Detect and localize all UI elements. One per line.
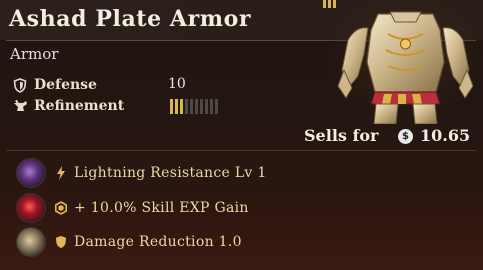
refinement-pip [215,98,218,114]
sell-price-row: Sells for $ 10.65 [0,124,483,150]
gold-gem-icon [16,227,46,257]
stat-defense: Defense [12,76,97,94]
armor-image [328,0,483,125]
sells-label: Sells for [304,126,379,145]
refinement-pip [190,98,193,114]
shield-icon [54,235,68,249]
defense-value: 10 [168,76,186,92]
refinement-pip [170,98,173,114]
refinement-pip [185,98,188,114]
refinement-pip [175,98,178,114]
effect-text: + 10.0% Skill EXP Gain [74,200,249,216]
defense-label: Defense [34,77,97,93]
item-category: Armor [10,45,59,63]
refinement-pip [323,0,326,8]
stat-refinement: Refinement [12,97,124,115]
effect-row: Damage Reduction 1.0 [16,227,242,257]
item-tooltip: Ashad Plate Armor Armor Defense 10 Refin… [0,0,483,270]
refinement-bar [170,97,218,115]
red-gem-icon [16,193,46,223]
sells-value: 10.65 [420,126,471,145]
refinement-pip [180,98,183,114]
effects-divider [6,150,476,151]
refinement-pip [210,98,213,114]
skill-exp-icon [54,201,68,215]
refinement-pip [205,98,208,114]
effect-text: Damage Reduction 1.0 [74,234,242,250]
effect-row: + 10.0% Skill EXP Gain [16,193,249,223]
refinement-pip [195,98,198,114]
effect-text: Lightning Resistance Lv 1 [74,165,267,181]
coin-icon: $ [398,129,413,144]
refinement-pip [200,98,203,114]
refinement-label: Refinement [34,98,125,114]
item-name: Ashad Plate Armor [9,6,252,32]
shield-icon [12,77,28,93]
purple-gem-icon [16,158,46,188]
effect-row: Lightning Resistance Lv 1 [16,158,267,188]
anvil-icon [12,98,28,114]
lightning-icon [54,166,68,180]
